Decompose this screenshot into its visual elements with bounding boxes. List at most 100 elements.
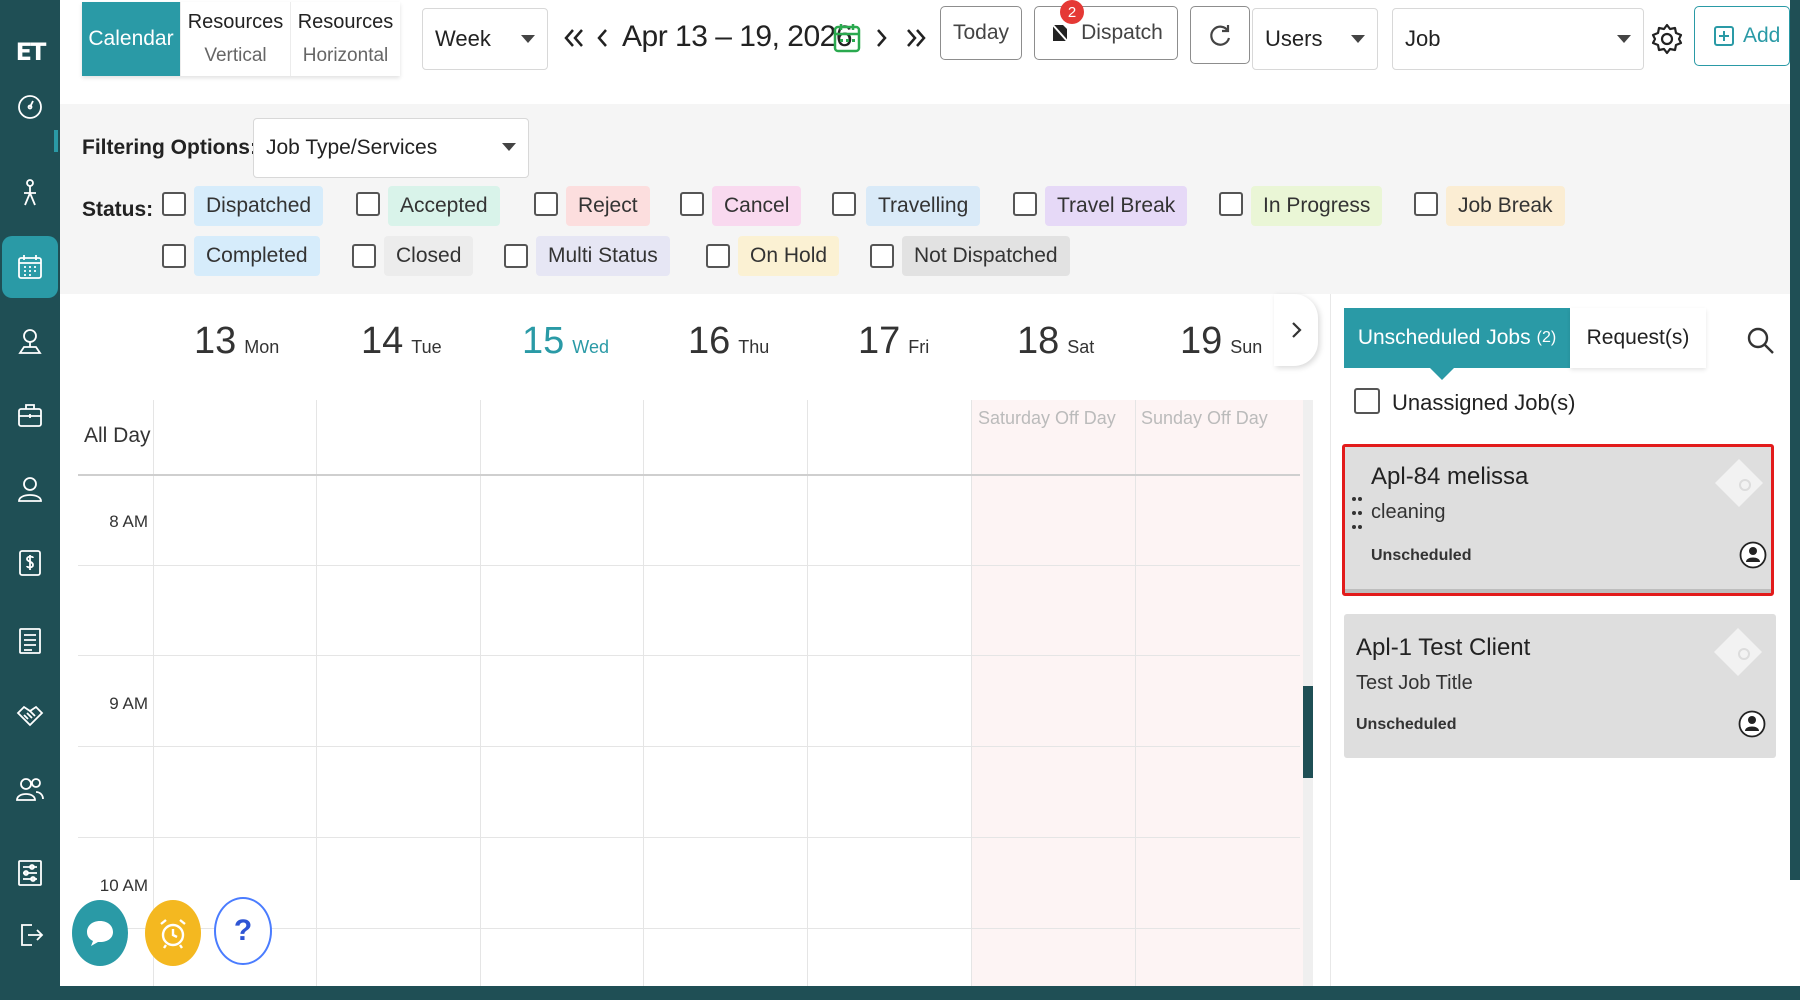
- drag-handle-icon[interactable]: [1351, 495, 1363, 535]
- day-header-tue[interactable]: 14 Tue: [361, 320, 442, 363]
- status-checkbox-on-hold[interactable]: [706, 244, 730, 268]
- status-checkbox-in-progress[interactable]: [1219, 192, 1243, 216]
- day-number: 19: [1180, 320, 1223, 362]
- job-card[interactable]: Apl-84 melissa cleaning Unscheduled: [1342, 444, 1774, 596]
- sidebar-item-tools[interactable]: [0, 162, 60, 224]
- help-button[interactable]: ?: [214, 897, 272, 965]
- today-button[interactable]: Today: [940, 6, 1022, 60]
- dispatch-badge: 2: [1060, 0, 1084, 24]
- sidebar-item-list[interactable]: [0, 610, 60, 672]
- right-frame: [1790, 0, 1800, 986]
- day-name: Thu: [738, 337, 770, 357]
- tab-calendar[interactable]: Calendar: [82, 2, 180, 76]
- sidebar-item-team[interactable]: [0, 758, 60, 820]
- time-label: 10 AM: [99, 876, 148, 895]
- job-subtitle: Test Job Title: [1356, 672, 1473, 694]
- tab-sublabel: Vertical: [204, 45, 267, 66]
- search-icon[interactable]: [1746, 326, 1776, 356]
- chevron-right-icon: [877, 29, 887, 47]
- sidebar-item-settings[interactable]: [0, 842, 60, 904]
- status-checkbox-multi-status[interactable]: [504, 244, 528, 268]
- sidebar-item-logout[interactable]: [0, 904, 60, 966]
- status-checkbox-reject[interactable]: [534, 192, 558, 216]
- status-checkbox-completed[interactable]: [162, 244, 186, 268]
- map-pin-icon: [18, 329, 42, 354]
- prev-button[interactable]: [592, 18, 612, 58]
- tab-resources-horizontal[interactable]: Resources Horizontal: [290, 2, 400, 76]
- dashboard-icon: [18, 95, 42, 119]
- sidebar-item-billing[interactable]: [0, 532, 60, 594]
- pin-tool-icon: [24, 179, 36, 206]
- users-icon: [16, 778, 44, 801]
- next-button[interactable]: [872, 18, 892, 58]
- assign-user-icon[interactable]: [1739, 541, 1767, 569]
- active-tab-pointer: [1428, 366, 1456, 380]
- job-select[interactable]: Job: [1392, 8, 1644, 70]
- grid-column-divider: [480, 400, 481, 986]
- question-mark-icon: ?: [233, 914, 253, 947]
- day-header-sun[interactable]: 19 Sun: [1180, 320, 1262, 363]
- alarm-button[interactable]: [145, 900, 201, 966]
- dollar-icon: [19, 550, 41, 576]
- chevrons-left-icon: [564, 29, 583, 47]
- alarm-clock-icon: [160, 919, 186, 949]
- filter-select[interactable]: Job Type/Services: [253, 118, 529, 178]
- sidebar-item-map[interactable]: [0, 310, 60, 372]
- prev-double-button[interactable]: [560, 18, 588, 58]
- day-number: 17: [858, 320, 901, 362]
- next-double-button[interactable]: [902, 18, 930, 58]
- sidebar-item-user[interactable]: [0, 458, 60, 520]
- gear-icon[interactable]: [1650, 22, 1684, 56]
- status-checkbox-closed[interactable]: [352, 244, 376, 268]
- status-checkbox-dispatched[interactable]: [162, 192, 186, 216]
- status-checkbox-accepted[interactable]: [356, 192, 380, 216]
- sidebar-item-calendar[interactable]: [2, 236, 58, 298]
- chat-button[interactable]: [72, 900, 128, 966]
- dispatch-button[interactable]: Dispatch: [1034, 6, 1178, 60]
- tab-resources-vertical[interactable]: Resources Vertical: [180, 2, 290, 76]
- day-header-mon[interactable]: 13 Mon: [194, 320, 279, 363]
- add-button[interactable]: Add: [1694, 6, 1790, 66]
- day-header-fri[interactable]: 17 Fri: [858, 320, 929, 363]
- refresh-button[interactable]: [1190, 6, 1250, 64]
- assign-user-icon[interactable]: [1738, 710, 1766, 738]
- status-checkbox-travelling[interactable]: [832, 192, 856, 216]
- status-pill-not-dispatched: Not Dispatched: [902, 236, 1070, 276]
- tab-unscheduled-jobs[interactable]: Unscheduled Jobs (2): [1344, 308, 1570, 368]
- status-pill-reject: Reject: [566, 186, 650, 226]
- day-name: Mon: [244, 337, 280, 357]
- job-card[interactable]: Apl-1 Test Client Test Job Title Unsched…: [1344, 614, 1776, 758]
- day-header-thu[interactable]: 16 Thu: [688, 320, 769, 363]
- status-label: Status:: [82, 198, 154, 221]
- tab-count: (2): [1536, 329, 1557, 346]
- sidebar-item-dashboard[interactable]: [0, 76, 60, 138]
- tab-requests[interactable]: Request(s): [1570, 308, 1706, 368]
- unassigned-checkbox[interactable]: [1354, 388, 1380, 414]
- date-range: Apr 13 – 19, 2026: [622, 20, 853, 53]
- status-pill-accepted: Accepted: [388, 186, 500, 226]
- weekend-column-sat: [971, 400, 1135, 986]
- users-select[interactable]: Users: [1252, 8, 1378, 70]
- grid-row-divider: [78, 655, 1300, 656]
- day-name: Sun: [1230, 337, 1263, 357]
- all-day-label: All Day: [84, 424, 151, 447]
- status-checkbox-travel-break[interactable]: [1013, 192, 1037, 216]
- calendar-scrollbar-thumb[interactable]: [1303, 686, 1313, 778]
- user-icon: [18, 477, 42, 502]
- day-header-wed[interactable]: 15 Wed: [522, 320, 609, 363]
- sidebar-item-partners[interactable]: [0, 684, 60, 746]
- logout-icon: [21, 924, 44, 946]
- sidebar-item-jobs[interactable]: [0, 384, 60, 446]
- sidebar: ET: [0, 0, 60, 1000]
- status-checkbox-cancel[interactable]: [680, 192, 704, 216]
- view-select-value: Week: [435, 26, 491, 51]
- dispatch-label: Dispatch: [1081, 21, 1163, 44]
- status-checkbox-job-break[interactable]: [1414, 192, 1438, 216]
- calendar-picker-icon[interactable]: [833, 22, 861, 54]
- grid-row-divider: [78, 565, 1300, 566]
- status-checkbox-not-dispatched[interactable]: [870, 244, 894, 268]
- day-name: Sat: [1067, 337, 1095, 357]
- collapse-panel-button[interactable]: [1274, 294, 1318, 366]
- view-select[interactable]: Week: [422, 8, 548, 70]
- day-header-sat[interactable]: 18 Sat: [1017, 320, 1094, 363]
